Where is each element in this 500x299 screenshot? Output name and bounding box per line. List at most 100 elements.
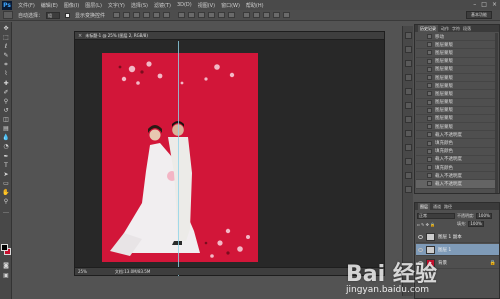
history-item[interactable]: 载入不透明度: [416, 156, 496, 164]
visibility-eye-icon[interactable]: [418, 234, 423, 239]
quick-select-tool-icon[interactable]: ✎: [2, 52, 10, 59]
menu-layer[interactable]: 图层(L): [85, 2, 102, 9]
history-brush-tool-icon[interactable]: ↺: [2, 107, 10, 114]
lasso-tool-icon[interactable]: ℓ: [2, 43, 10, 50]
3d-slide-icon[interactable]: [273, 12, 281, 18]
3d-pan-icon[interactable]: [263, 12, 271, 18]
visibility-eye-icon[interactable]: [418, 247, 423, 252]
brush-tool-icon[interactable]: ✐: [2, 89, 10, 96]
3d-scale-icon[interactable]: [283, 12, 291, 18]
healing-brush-tool-icon[interactable]: ✚: [2, 80, 10, 87]
distribute-middle-icon[interactable]: [188, 12, 196, 18]
info-icon[interactable]: [405, 88, 412, 95]
brush-preset-icon[interactable]: [405, 60, 412, 67]
image-canvas[interactable]: [102, 53, 258, 262]
zoom-level[interactable]: 25%: [78, 269, 87, 274]
document-tab[interactable]: × 未标题-1 @ 25% (图层 2, RGB/8): [75, 32, 384, 40]
shape-tool-icon[interactable]: ▭: [2, 180, 10, 187]
menu-help[interactable]: 帮助(H): [246, 2, 264, 9]
menu-image[interactable]: 图像(I): [64, 2, 79, 9]
history-item[interactable]: 载入不透明度: [416, 180, 496, 189]
menu-file[interactable]: 文件(F): [18, 2, 35, 9]
eraser-tool-icon[interactable]: ◫: [2, 116, 10, 123]
screen-mode-icon[interactable]: ▣: [2, 272, 10, 279]
align-center-icon[interactable]: [153, 12, 161, 18]
align-middle-icon[interactable]: [123, 12, 131, 18]
history-item[interactable]: 图层蒙版: [416, 82, 496, 91]
history-item[interactable]: 移动: [416, 33, 496, 42]
menu-filter[interactable]: 滤镜(T): [154, 2, 171, 9]
3d-roll-icon[interactable]: [253, 12, 261, 18]
3d-rotate-icon[interactable]: [243, 12, 251, 18]
menu-select[interactable]: 选择(S): [131, 2, 148, 9]
workspace-switcher[interactable]: 基本功能: [466, 11, 492, 19]
history-item[interactable]: 填充颜色: [416, 139, 496, 148]
distribute-center-icon[interactable]: [218, 12, 226, 18]
tab-paragraph[interactable]: 段落: [463, 26, 471, 32]
marquee-tool-icon[interactable]: ⬚: [2, 34, 10, 41]
menu-type[interactable]: 文字(Y): [108, 2, 125, 9]
paragraph-icon[interactable]: [405, 172, 412, 179]
clone-source-icon[interactable]: [405, 74, 412, 81]
history-item[interactable]: 载入不透明度: [416, 172, 496, 181]
lock-icons[interactable]: ▫ ✎ ✥ 🔒: [417, 222, 455, 227]
opacity-field[interactable]: 100%: [476, 213, 492, 219]
history-item[interactable]: 图层蒙版: [416, 99, 496, 107]
distribute-right-icon[interactable]: [228, 12, 236, 18]
distribute-bottom-icon[interactable]: [198, 12, 206, 18]
menu-3d[interactable]: 3D(D): [177, 2, 192, 8]
maximize-icon[interactable]: □: [481, 1, 487, 8]
zoom-tool-icon[interactable]: ⚲: [2, 198, 10, 205]
history-item[interactable]: 图层蒙版: [416, 74, 496, 83]
menu-view[interactable]: 视图(V): [198, 2, 215, 9]
history-item[interactable]: 填充颜色: [416, 148, 496, 156]
type-tool-icon[interactable]: T: [2, 162, 10, 169]
history-item[interactable]: 图层蒙版: [416, 66, 496, 74]
history-item[interactable]: 图层蒙版: [416, 107, 496, 115]
history-item[interactable]: 图层蒙版: [416, 49, 496, 58]
history-item[interactable]: 图层蒙版: [416, 58, 496, 66]
fill-field[interactable]: 100%: [468, 221, 484, 227]
foreground-color-swatch[interactable]: [1, 244, 8, 251]
adjust-icon[interactable]: [405, 46, 412, 53]
history-item[interactable]: 载入不透明度: [416, 131, 496, 140]
layer-item[interactable]: 图层 1 副本: [416, 231, 499, 243]
show-transform-checkbox[interactable]: [65, 12, 71, 18]
document-size-info[interactable]: 文档:13.0M/83.5M: [115, 269, 150, 275]
swatches-icon[interactable]: [405, 116, 412, 123]
quick-mask-icon[interactable]: ◙: [2, 262, 10, 269]
distribute-top-icon[interactable]: [178, 12, 186, 18]
blur-tool-icon[interactable]: 💧: [2, 134, 10, 141]
tab-actions[interactable]: 动作: [441, 26, 449, 32]
history-item[interactable]: 图层蒙版: [416, 123, 496, 132]
menu-edit[interactable]: 编辑(E): [41, 2, 58, 9]
layer-item[interactable]: 图层 1: [416, 244, 499, 256]
navigator-icon[interactable]: [405, 144, 412, 151]
menu-window[interactable]: 窗口(W): [221, 2, 240, 9]
tab-history[interactable]: 历史记录: [418, 25, 438, 32]
auto-select-dropdown[interactable]: 组: [46, 11, 61, 19]
crop-tool-icon[interactable]: ⌗: [2, 61, 10, 68]
edit-toolbar-icon[interactable]: …: [2, 208, 10, 215]
color-icon[interactable]: [405, 102, 412, 109]
vertical-guide[interactable]: [178, 41, 179, 276]
history-item[interactable]: 图层蒙版: [416, 41, 496, 50]
tab-channels[interactable]: 通道: [433, 204, 441, 210]
minimize-icon[interactable]: –: [473, 1, 476, 8]
pen-tool-icon[interactable]: ✒: [2, 153, 10, 160]
align-left-icon[interactable]: [143, 12, 151, 18]
character-icon[interactable]: [405, 186, 412, 193]
histogram-icon[interactable]: [405, 158, 412, 165]
close-document-icon[interactable]: ×: [78, 33, 82, 39]
history-scrollbar[interactable]: [495, 33, 498, 193]
path-select-tool-icon[interactable]: ➤: [2, 171, 10, 178]
gradient-tool-icon[interactable]: ▤: [2, 125, 10, 132]
blend-mode-dropdown[interactable]: 正常: [417, 213, 455, 219]
align-bottom-icon[interactable]: [133, 12, 141, 18]
align-top-icon[interactable]: [113, 12, 121, 18]
clone-stamp-tool-icon[interactable]: ⚲: [2, 98, 10, 105]
tab-character[interactable]: 字符: [452, 26, 460, 32]
styles-icon[interactable]: [405, 130, 412, 137]
play-icon[interactable]: [405, 32, 412, 39]
tab-paths[interactable]: 路径: [444, 204, 452, 210]
